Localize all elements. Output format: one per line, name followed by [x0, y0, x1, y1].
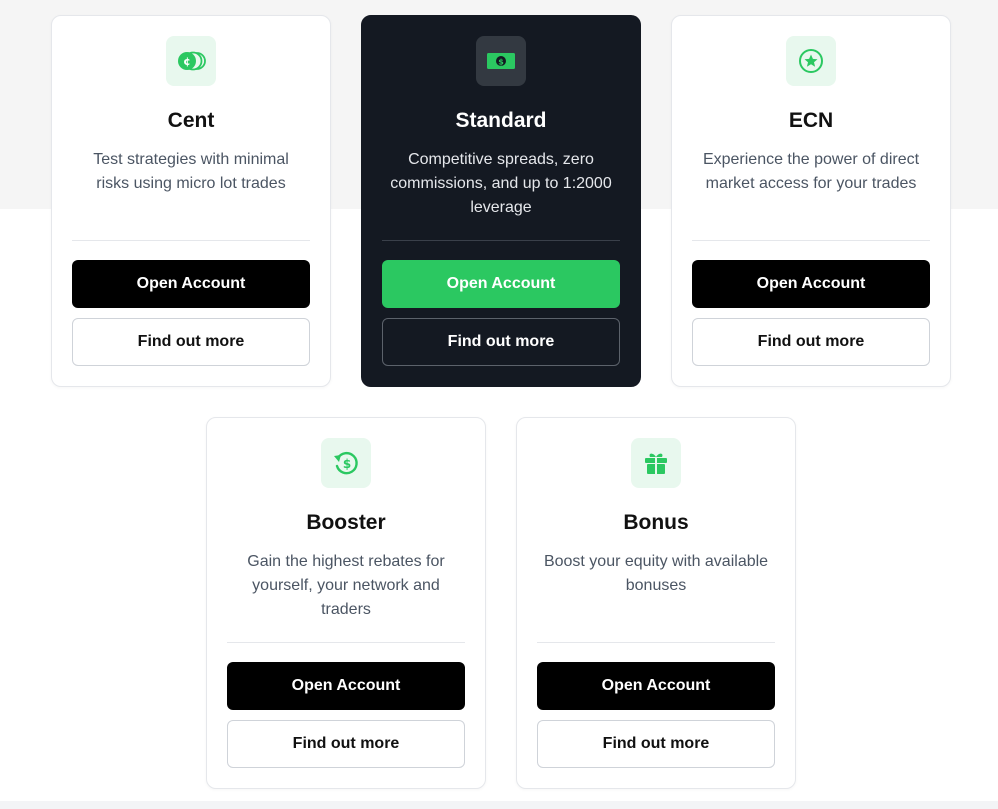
open-account-button[interactable]: Open Account [537, 662, 775, 710]
account-card-bonus: Bonus Boost your equity with available b… [516, 417, 796, 789]
card-title: Standard [455, 109, 547, 132]
banknote-icon: $ [476, 36, 526, 86]
account-card-ecn: ECN Experience the power of direct marke… [671, 15, 951, 387]
svg-text:¢: ¢ [183, 55, 191, 68]
card-description: Experience the power of direct market ac… [702, 151, 920, 192]
card-title: Booster [306, 511, 386, 534]
card-description: Test strategies with minimal risks using… [93, 151, 289, 192]
gift-icon [631, 438, 681, 488]
find-out-more-button[interactable]: Find out more [72, 318, 310, 366]
card-divider [72, 240, 310, 241]
open-account-button[interactable]: Open Account [692, 260, 930, 308]
card-title: ECN [788, 109, 834, 132]
find-out-more-button[interactable]: Find out more [382, 318, 620, 366]
card-description: Competitive spreads, zero commissions, a… [390, 151, 612, 216]
card-description: Boost your equity with available bonuses [543, 553, 769, 594]
open-account-button[interactable]: Open Account [382, 260, 620, 308]
section-background-bottom [0, 801, 998, 809]
dollar-refresh-icon: $ [321, 438, 371, 488]
star-circle-icon [786, 36, 836, 86]
account-card-booster: $ Booster Gain the highest rebates for y… [206, 417, 486, 789]
account-card-standard: $ Standard Competitive spreads, zero com… [361, 15, 641, 387]
svg-text:$: $ [498, 58, 504, 67]
open-account-button[interactable]: Open Account [227, 662, 465, 710]
svg-text:$: $ [343, 457, 351, 471]
card-divider [537, 642, 775, 643]
find-out-more-button[interactable]: Find out more [692, 318, 930, 366]
card-divider [382, 240, 620, 241]
card-divider [692, 240, 930, 241]
card-title: Cent [167, 109, 215, 132]
card-description: Gain the highest rebates for yourself, y… [247, 553, 445, 618]
find-out-more-button[interactable]: Find out more [537, 720, 775, 768]
open-account-button[interactable]: Open Account [72, 260, 310, 308]
card-divider [227, 642, 465, 643]
card-title: Bonus [623, 511, 689, 534]
cent-coins-icon: ¢ [166, 36, 216, 86]
account-card-cent: ¢ Cent Test strategies with minimal risk… [51, 15, 331, 387]
find-out-more-button[interactable]: Find out more [227, 720, 465, 768]
